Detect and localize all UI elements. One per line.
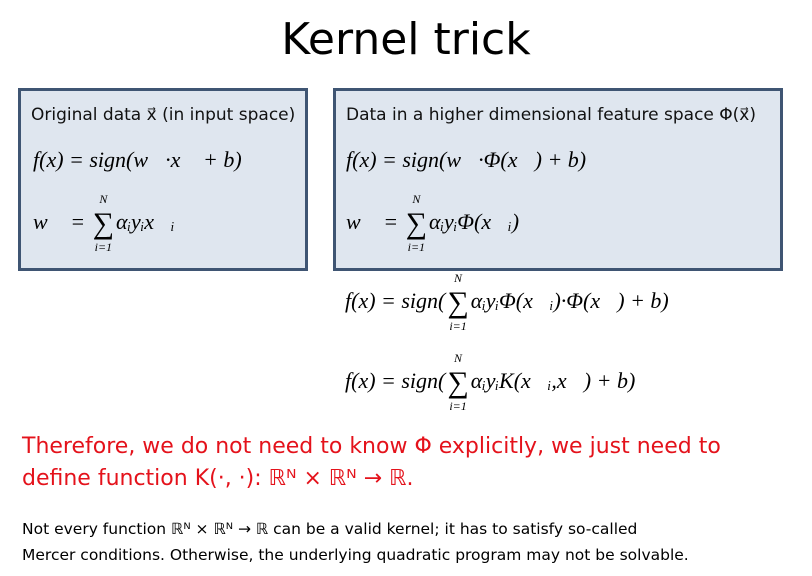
- summation-symbol: ∑ Ni=1: [447, 351, 469, 413]
- conclusion-line-2: define function K(·, ·): ℝᴺ × ℝᴺ → ℝ.: [22, 466, 414, 491]
- kernel-decision-function: f(x) = sign(∑ Ni=1 αᵢyᵢK(x⃗ᵢ,x⃗) + b): [345, 351, 636, 413]
- sum-upper-limit: N: [454, 271, 463, 285]
- weight-rhs: αᵢyᵢΦ(x⃗ᵢ): [429, 209, 520, 235]
- eq4-suffix: αᵢyᵢK(x⃗ᵢ,x⃗) + b): [470, 368, 636, 394]
- expanded-decision-function: f(x) = sign(∑ Ni=1 αᵢyᵢΦ(x⃗ᵢ)·Φ(x⃗) + b): [345, 271, 669, 333]
- conclusion-line-1: Therefore, we do not need to know Φ expl…: [22, 434, 721, 459]
- summation-symbol: ∑ Ni=1: [405, 192, 428, 254]
- weight-rhs: αᵢyᵢx⃗ᵢ: [116, 209, 175, 235]
- sum-lower-limit: i=1: [449, 399, 467, 413]
- sum-upper-limit: N: [412, 192, 421, 206]
- summation-symbol: ∑ Ni=1: [447, 271, 469, 333]
- slide-title: Kernel trick: [281, 14, 531, 65]
- summation-symbol: ∑ Ni=1: [92, 192, 115, 254]
- eq4-prefix: f(x) = sign(: [345, 368, 446, 394]
- sum-upper-limit: N: [99, 192, 108, 206]
- decision-function-input: f(x) = sign(w⃗·x⃗ + b): [33, 147, 242, 172]
- feature-space-heading: Data in a higher dimensional feature spa…: [346, 105, 757, 125]
- decision-function-feature: f(x) = sign(w⃗·Φ(x⃗) + b): [346, 147, 587, 172]
- mercer-note-line-1: Not every function ℝᴺ × ℝᴺ → ℝ can be a …: [22, 520, 638, 538]
- eq3-suffix: αᵢyᵢΦ(x⃗ᵢ)·Φ(x⃗) + b): [470, 288, 669, 314]
- sum-upper-limit: N: [454, 351, 463, 365]
- sum-lower-limit: i=1: [449, 319, 467, 333]
- weight-equation-input: w⃗ = ∑ Ni=1 αᵢyᵢx⃗ᵢ: [33, 192, 175, 254]
- input-space-heading: Original data x⃗ (in input space): [31, 105, 296, 125]
- sum-lower-limit: i=1: [407, 240, 426, 254]
- feature-space-box: Data in a higher dimensional feature spa…: [333, 88, 783, 271]
- eq3-prefix: f(x) = sign(: [345, 288, 446, 314]
- sum-lower-limit: i=1: [94, 240, 113, 254]
- mercer-note-line-2: Mercer conditions. Otherwise, the underl…: [22, 546, 689, 564]
- weight-equation-feature: w⃗ = ∑ Ni=1 αᵢyᵢΦ(x⃗ᵢ): [346, 192, 520, 254]
- weight-lhs: w⃗ =: [33, 209, 91, 235]
- weight-lhs: w⃗ =: [346, 209, 404, 235]
- input-space-box: Original data x⃗ (in input space) f(x) =…: [18, 88, 308, 271]
